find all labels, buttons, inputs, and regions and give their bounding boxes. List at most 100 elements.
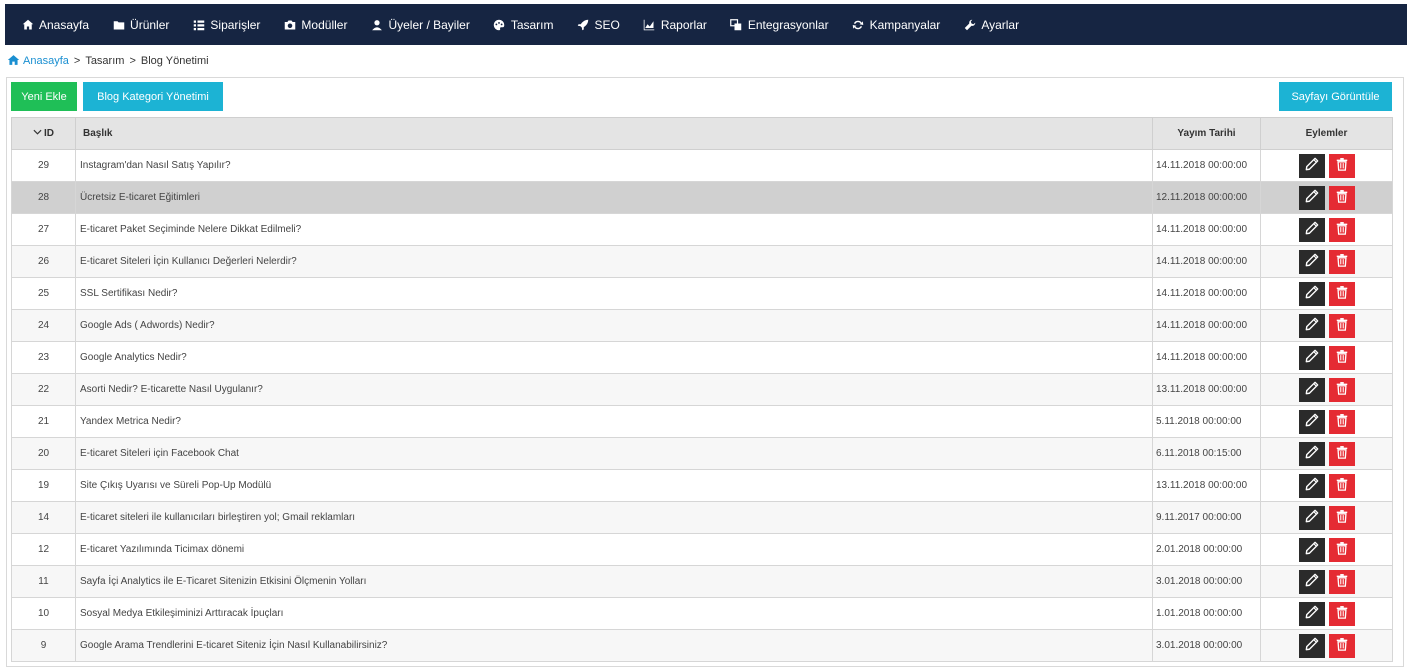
delete-button[interactable]	[1328, 441, 1355, 466]
delete-button[interactable]	[1328, 217, 1355, 242]
edit-button[interactable]	[1298, 345, 1325, 370]
delete-button[interactable]	[1328, 537, 1355, 562]
blog-category-button[interactable]: Blog Kategori Yönetimi	[83, 82, 223, 111]
nav-item-label: Tasarım	[510, 17, 554, 32]
cell-date: 3.01.2018 00:00:00	[1152, 629, 1261, 662]
delete-button[interactable]	[1328, 569, 1355, 594]
edit-button[interactable]	[1298, 505, 1325, 530]
cell-title[interactable]: Instagram'dan Nasıl Satış Yapılır?	[75, 149, 1153, 182]
cell-actions	[1260, 405, 1393, 438]
cell-title[interactable]: E-ticaret Siteleri İçin Kullanıcı Değerl…	[75, 245, 1153, 278]
cell-title[interactable]: E-ticaret Yazılımında Ticimax dönemi	[75, 533, 1153, 566]
nav-item-refresh[interactable]: Kampanyalar	[846, 4, 947, 45]
delete-button[interactable]	[1328, 601, 1355, 626]
nav-item-wrench[interactable]: Ayarlar	[957, 4, 1025, 45]
nav-item-palette[interactable]: Tasarım	[487, 4, 560, 45]
column-header-id[interactable]: ID	[11, 117, 76, 150]
delete-button[interactable]	[1328, 345, 1355, 370]
cell-actions	[1260, 213, 1393, 246]
table-row[interactable]: 28 Ücretsiz E-ticaret Eğitimleri 12.11.201…	[11, 181, 1393, 214]
table-row[interactable]: 24 Google Ads ( Adwords) Nedir? 14.11.2018…	[11, 309, 1393, 342]
edit-button[interactable]	[1298, 153, 1325, 178]
delete-button[interactable]	[1328, 505, 1355, 530]
edit-button[interactable]	[1298, 473, 1325, 498]
delete-button[interactable]	[1328, 185, 1355, 210]
view-page-button[interactable]: Sayfayı Görüntüle	[1279, 82, 1392, 111]
edit-button[interactable]	[1298, 313, 1325, 338]
cell-actions	[1260, 629, 1393, 662]
edit-button[interactable]	[1298, 185, 1325, 210]
cell-title[interactable]: Asorti Nedir? E-ticarette Nasıl Uygulanı…	[75, 373, 1153, 406]
edit-button[interactable]	[1298, 217, 1325, 242]
cell-title[interactable]: Google Ads ( Adwords) Nedir?	[75, 309, 1153, 342]
cell-id: 24	[11, 309, 76, 342]
table-row[interactable]: 26 E-ticaret Siteleri İçin Kullanıcı Değe…	[11, 245, 1393, 278]
table-row[interactable]: 10 Sosyal Medya Etkileşiminizi Arttıracak…	[11, 597, 1393, 630]
table-row[interactable]: 12 E-ticaret Yazılımında Ticimax dönemi 2.…	[11, 533, 1393, 566]
table-row[interactable]: 19 Site Çıkış Uyarısı ve Süreli Pop-Up Mo…	[11, 469, 1393, 502]
nav-item-camera[interactable]: Modüller	[277, 4, 353, 45]
delete-button[interactable]	[1328, 633, 1355, 658]
cell-id: 21	[11, 405, 76, 438]
cell-title[interactable]: E-ticaret siteleri ile kullanıcıları bir…	[75, 501, 1153, 534]
trash-icon	[1335, 285, 1349, 302]
cell-title[interactable]: Sosyal Medya Etkileşiminizi Arttıracak İ…	[75, 597, 1153, 630]
edit-button[interactable]	[1298, 281, 1325, 306]
breadcrumb-item-tasarim[interactable]: Tasarım	[85, 55, 124, 67]
column-header-title[interactable]: Başlık	[75, 117, 1153, 150]
edit-button[interactable]	[1298, 633, 1325, 658]
cell-title[interactable]: Ücretsiz E-ticaret Eğitimleri	[75, 181, 1153, 214]
edit-button[interactable]	[1298, 377, 1325, 402]
nav-item-windows[interactable]: Entegrasyonlar	[724, 4, 835, 45]
cell-title[interactable]: Google Analytics Nedir?	[75, 341, 1153, 374]
table-row[interactable]: 21 Yandex Metrica Nedir? 5.11.2018 00:00:0…	[11, 405, 1393, 438]
cell-id: 9	[11, 629, 76, 662]
cell-title[interactable]: SSL Sertifikası Nedir?	[75, 277, 1153, 310]
cell-title[interactable]: Site Çıkış Uyarısı ve Süreli Pop-Up Modü…	[75, 469, 1153, 502]
edit-button[interactable]	[1298, 537, 1325, 562]
trash-icon	[1335, 541, 1349, 558]
trash-icon	[1335, 253, 1349, 270]
cell-actions	[1260, 341, 1393, 374]
table-row[interactable]: 23 Google Analytics Nedir? 14.11.2018 00:0…	[11, 341, 1393, 374]
cell-title[interactable]: E-ticaret Paket Seçiminde Nelere Dikkat …	[75, 213, 1153, 246]
edit-button[interactable]	[1298, 409, 1325, 434]
nav-item-user[interactable]: Üyeler / Bayiler	[364, 4, 475, 45]
pencil-icon	[1305, 221, 1319, 238]
table-row[interactable]: 27 E-ticaret Paket Seçiminde Nelere Dikka…	[11, 213, 1393, 246]
nav-item-label: Üyeler / Bayiler	[388, 17, 470, 32]
cell-title[interactable]: Yandex Metrica Nedir?	[75, 405, 1153, 438]
cell-title[interactable]: E-ticaret Siteleri için Facebook Chat	[75, 437, 1153, 470]
edit-button[interactable]	[1298, 569, 1325, 594]
edit-button[interactable]	[1298, 441, 1325, 466]
table-row[interactable]: 20 E-ticaret Siteleri için Facebook Chat 6…	[11, 437, 1393, 470]
delete-button[interactable]	[1328, 249, 1355, 274]
nav-item-home[interactable]: Anasayfa	[15, 4, 95, 45]
table-row[interactable]: 9 Google Arama Trendlerini E-ticaret Site…	[11, 629, 1393, 662]
delete-button[interactable]	[1328, 281, 1355, 306]
nav-item-chart[interactable]: Raporlar	[637, 4, 713, 45]
delete-button[interactable]	[1328, 313, 1355, 338]
delete-button[interactable]	[1328, 153, 1355, 178]
delete-button[interactable]	[1328, 409, 1355, 434]
edit-button[interactable]	[1298, 601, 1325, 626]
new-button[interactable]: Yeni Ekle	[11, 82, 77, 111]
cell-actions	[1260, 277, 1393, 310]
cell-date: 14.11.2018 00:00:00	[1152, 213, 1261, 246]
nav-item-rocket[interactable]: SEO	[571, 4, 626, 45]
delete-button[interactable]	[1328, 377, 1355, 402]
list-icon	[192, 18, 205, 31]
table-row[interactable]: 29 Instagram'dan Nasıl Satış Yapılır? 14.1…	[11, 149, 1393, 182]
table-row[interactable]: 22 Asorti Nedir? E-ticarette Nasıl Uygula…	[11, 373, 1393, 406]
table-row[interactable]: 14 E-ticaret siteleri ile kullanıcıları b…	[11, 501, 1393, 534]
column-header-date[interactable]: Yayım Tarihi	[1152, 117, 1261, 150]
delete-button[interactable]	[1328, 473, 1355, 498]
nav-item-list[interactable]: Siparişler	[186, 4, 266, 45]
table-row[interactable]: 11 Sayfa İçi Analytics ile E-Ticaret Site…	[11, 565, 1393, 598]
cell-title[interactable]: Google Arama Trendlerini E-ticaret Siten…	[75, 629, 1153, 662]
table-row[interactable]: 25 SSL Sertifikası Nedir? 14.11.2018 00:00…	[11, 277, 1393, 310]
nav-item-folder[interactable]: Ürünler	[106, 4, 175, 45]
breadcrumb-home-link[interactable]: Anasayfa	[23, 55, 69, 67]
cell-title[interactable]: Sayfa İçi Analytics ile E-Ticaret Siteni…	[75, 565, 1153, 598]
edit-button[interactable]	[1298, 249, 1325, 274]
